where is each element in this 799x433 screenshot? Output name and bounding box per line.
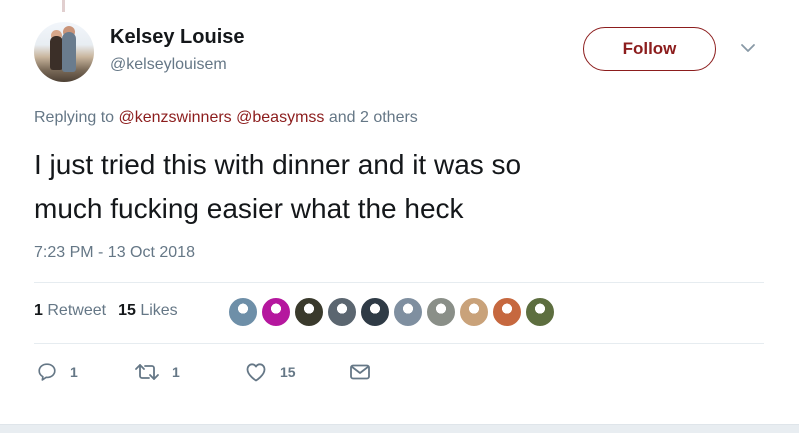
- direct-message-button[interactable]: [348, 360, 372, 384]
- author-display-name[interactable]: Kelsey Louise: [110, 26, 245, 49]
- heart-icon: [246, 363, 266, 382]
- likes-label: Likes: [140, 302, 178, 319]
- retweets-count: 1: [34, 302, 43, 319]
- liker-avatar[interactable]: [326, 296, 358, 328]
- like-button[interactable]: 15: [244, 360, 296, 384]
- envelope-icon: [350, 364, 370, 380]
- liker-avatar[interactable]: [458, 296, 490, 328]
- likers-avatars: [227, 296, 577, 328]
- retweets-stat[interactable]: 1 Retweet: [34, 302, 106, 319]
- reply-icon: [38, 363, 56, 381]
- divider: [34, 282, 764, 283]
- liker-avatar[interactable]: [260, 296, 292, 328]
- author-handle[interactable]: @kelseylouisem: [110, 56, 227, 74]
- tweet-text: I just tried this with dinner and it was…: [34, 143, 734, 231]
- like-count: 15: [280, 364, 296, 380]
- retweet-button[interactable]: 1: [134, 360, 180, 384]
- follow-button[interactable]: Follow: [583, 27, 716, 71]
- liker-avatar[interactable]: [227, 296, 259, 328]
- retweet-icon: [135, 364, 159, 380]
- mention-link[interactable]: @kenzswinners: [119, 109, 232, 126]
- divider: [34, 343, 764, 344]
- avatar-person-body: [62, 32, 76, 72]
- likes-stat[interactable]: 15 Likes: [118, 302, 178, 319]
- liker-avatar[interactable]: [359, 296, 391, 328]
- liker-avatar[interactable]: [293, 296, 325, 328]
- reply-button[interactable]: 1: [36, 360, 78, 384]
- chevron-down-icon[interactable]: [740, 42, 756, 54]
- replying-to-prefix: Replying to: [34, 109, 115, 126]
- replying-to-others[interactable]: and 2 others: [329, 109, 418, 126]
- retweets-label: Retweet: [47, 302, 107, 319]
- tweet-stats: 1 Retweet 15 Likes: [34, 302, 178, 320]
- tweet-timestamp[interactable]: 7:23 PM - 13 Oct 2018: [34, 244, 195, 262]
- tweet-actions: 1 1 15: [36, 360, 436, 384]
- mention-link[interactable]: @beasymss: [236, 109, 324, 126]
- replying-to: Replying to @kenzswinners @beasymss and …: [34, 109, 418, 127]
- reply-count: 1: [70, 364, 78, 380]
- tweet-text-line: much fucking easier what the heck: [34, 193, 464, 224]
- author-avatar[interactable]: [34, 22, 94, 82]
- retweet-count: 1: [172, 364, 180, 380]
- liker-avatar[interactable]: [524, 296, 556, 328]
- likes-count: 15: [118, 302, 136, 319]
- liker-avatar[interactable]: [392, 296, 424, 328]
- tweet-text-line: I just tried this with dinner and it was…: [34, 149, 522, 180]
- thread-connector: [62, 0, 65, 12]
- liker-avatar[interactable]: [425, 296, 457, 328]
- liker-avatar[interactable]: [491, 296, 523, 328]
